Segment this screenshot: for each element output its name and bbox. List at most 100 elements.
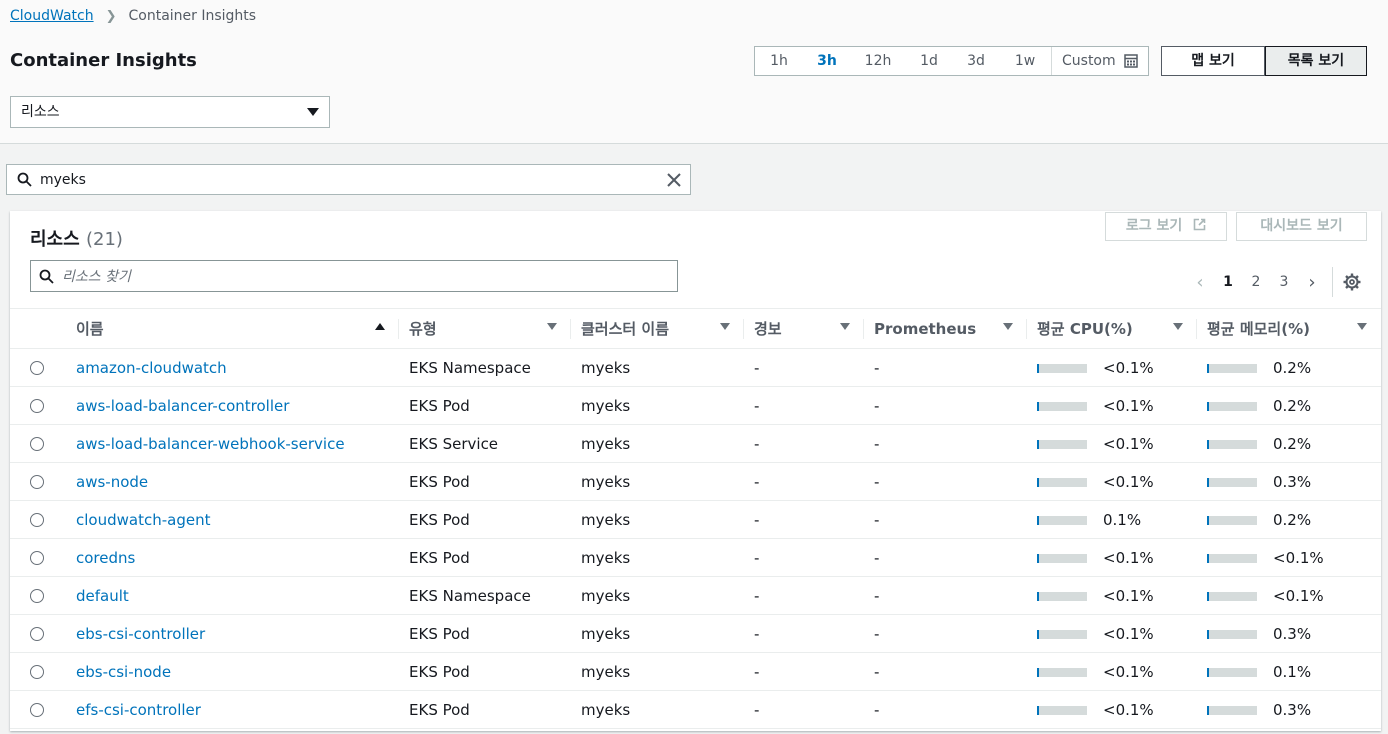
time-range-12h[interactable]: 12h (851, 47, 905, 75)
memory-cell: 0.2% (1197, 500, 1381, 539)
page-3[interactable]: 3 (1270, 274, 1298, 290)
resource-name-link[interactable]: amazon-cloudwatch (66, 348, 399, 387)
chevron-right-icon: ❯ (105, 8, 117, 24)
resource-type: EKS Pod (399, 614, 571, 653)
cpu-usage-fill (1037, 515, 1039, 525)
resource-name-link[interactable]: coredns (66, 538, 399, 577)
time-range-3h[interactable]: 3h (803, 47, 851, 75)
resource-search-placeholder: 리소스 찾기 (62, 269, 131, 285)
view-dashboard-button[interactable]: 대시보드 보기 (1236, 212, 1367, 241)
row-select[interactable] (10, 538, 66, 577)
resource-name-link[interactable]: aws-load-balancer-webhook-service (66, 424, 399, 463)
row-select[interactable] (10, 386, 66, 425)
view-logs-label: 로그 보기 (1125, 218, 1183, 234)
cpu-usage-fill (1037, 363, 1039, 373)
sort-icon (1003, 323, 1013, 330)
table-row[interactable]: aws-load-balancer-controller EKS Pod myeks… (10, 386, 1381, 425)
cluster-filter-input[interactable]: myeks (6, 164, 691, 195)
time-range-custom[interactable]: Custom (1051, 47, 1148, 75)
cpu-value: <0.1% (1103, 662, 1154, 681)
time-range-3d[interactable]: 3d (953, 47, 999, 75)
list-view-button[interactable]: 목록 보기 (1265, 46, 1367, 76)
memory-value: 0.3% (1273, 472, 1312, 491)
next-page-icon[interactable]: › (1298, 272, 1326, 293)
previous-page-icon[interactable]: ‹ (1186, 272, 1214, 293)
time-range-1w[interactable]: 1w (999, 47, 1051, 75)
radio-button[interactable] (30, 589, 44, 603)
row-select[interactable] (10, 424, 66, 463)
time-range-1h[interactable]: 1h (755, 47, 803, 75)
table-row[interactable]: aws-load-balancer-webhook-service EKS Ser… (10, 424, 1381, 463)
radio-button[interactable] (30, 665, 44, 679)
column-header-alarm[interactable]: 경보 (744, 308, 864, 349)
row-select[interactable] (10, 348, 66, 387)
resource-type: EKS Namespace (399, 576, 571, 615)
gear-icon[interactable] (1343, 273, 1361, 291)
memory-usage-fill (1207, 629, 1209, 639)
calendar-icon (1123, 54, 1138, 68)
radio-button[interactable] (30, 703, 44, 717)
memory-usage-fill (1207, 363, 1209, 373)
resource-name-link[interactable]: ebs-csi-node (66, 652, 399, 691)
table-row[interactable]: default EKS Namespace myeks - - <0.1% <0.1% (10, 576, 1381, 615)
radio-button[interactable] (30, 513, 44, 527)
resource-name-link[interactable]: cloudwatch-agent (66, 500, 399, 539)
prometheus-value: - (864, 462, 1027, 501)
row-select[interactable] (10, 462, 66, 501)
resource-name-link[interactable]: ebs-csi-controller (66, 614, 399, 653)
table-row[interactable]: ebs-csi-controller EKS Pod myeks - - <0.1% 0.3… (10, 614, 1381, 653)
row-select[interactable] (10, 614, 66, 653)
memory-cell: 0.3% (1197, 690, 1381, 729)
resource-type: EKS Pod (399, 538, 571, 577)
memory-cell: 0.2% (1197, 348, 1381, 387)
resource-name-link[interactable]: aws-node (66, 462, 399, 501)
table-row[interactable]: coredns EKS Pod myeks - - <0.1% <0.1% (10, 538, 1381, 577)
memory-cell: 0.1% (1197, 652, 1381, 691)
resource-name-link[interactable]: aws-load-balancer-controller (66, 386, 399, 425)
resource-name-link[interactable]: efs-csi-controller (66, 690, 399, 729)
alarm-value: - (744, 576, 864, 615)
time-range-1d[interactable]: 1d (905, 47, 953, 75)
breadcrumb-cloudwatch-link[interactable]: CloudWatch (10, 8, 94, 24)
radio-button[interactable] (30, 551, 44, 565)
row-select[interactable] (10, 652, 66, 691)
row-select[interactable] (10, 576, 66, 615)
table-row[interactable]: amazon-cloudwatch EKS Namespace myeks - - <0.… (10, 348, 1381, 387)
radio-button[interactable] (30, 437, 44, 451)
radio-button[interactable] (30, 399, 44, 413)
radio-button[interactable] (30, 475, 44, 489)
row-select[interactable] (10, 690, 66, 729)
row-select[interactable] (10, 500, 66, 539)
page-2[interactable]: 2 (1242, 274, 1270, 290)
column-header-name[interactable]: 이름 (66, 308, 399, 349)
cluster-name: myeks (571, 538, 744, 577)
radio-button[interactable] (30, 627, 44, 641)
table-row[interactable]: efs-csi-controller EKS Pod myeks - - <0.1% 0.3… (10, 690, 1381, 729)
alarm-value: - (744, 538, 864, 577)
resource-type: EKS Pod (399, 652, 571, 691)
cpu-value: <0.1% (1103, 586, 1154, 605)
clear-icon[interactable] (666, 172, 682, 188)
column-header-type[interactable]: 유형 (399, 308, 571, 349)
cpu-value: <0.1% (1103, 624, 1154, 643)
resource-search-input[interactable]: 리소스 찾기 (30, 260, 678, 292)
table-row[interactable]: cloudwatch-agent EKS Pod myeks - -0.1% 0.2% (10, 500, 1381, 539)
resource-name-link[interactable]: default (66, 576, 399, 615)
table-row[interactable]: ebs-csi-node EKS Pod myeks - - <0.1% 0.1% (10, 652, 1381, 691)
page-1[interactable]: 1 (1214, 274, 1242, 290)
column-header-cpu[interactable]: 평균 CPU(%) (1027, 308, 1197, 349)
column-header-cluster[interactable]: 클러스터 이름 (571, 308, 744, 349)
column-label: 유형 (409, 320, 437, 338)
column-header-prometheus[interactable]: Prometheus (864, 308, 1027, 349)
column-label: 평균 CPU(%) (1037, 320, 1133, 338)
radio-button[interactable] (30, 361, 44, 375)
column-header-memory[interactable]: 평균 메모리(%) (1197, 308, 1381, 349)
table-row[interactable]: aws-node EKS Pod myeks - - <0.1% 0.3% (10, 462, 1381, 501)
memory-usage-bar (1207, 553, 1257, 563)
map-view-button[interactable]: 맵 보기 (1161, 46, 1265, 76)
resource-type: EKS Pod (399, 690, 571, 729)
resource-type-select[interactable]: 리소스 (10, 96, 330, 128)
memory-usage-bar (1207, 591, 1257, 601)
cluster-name: myeks (571, 386, 744, 425)
view-logs-button[interactable]: 로그 보기 (1105, 212, 1227, 241)
